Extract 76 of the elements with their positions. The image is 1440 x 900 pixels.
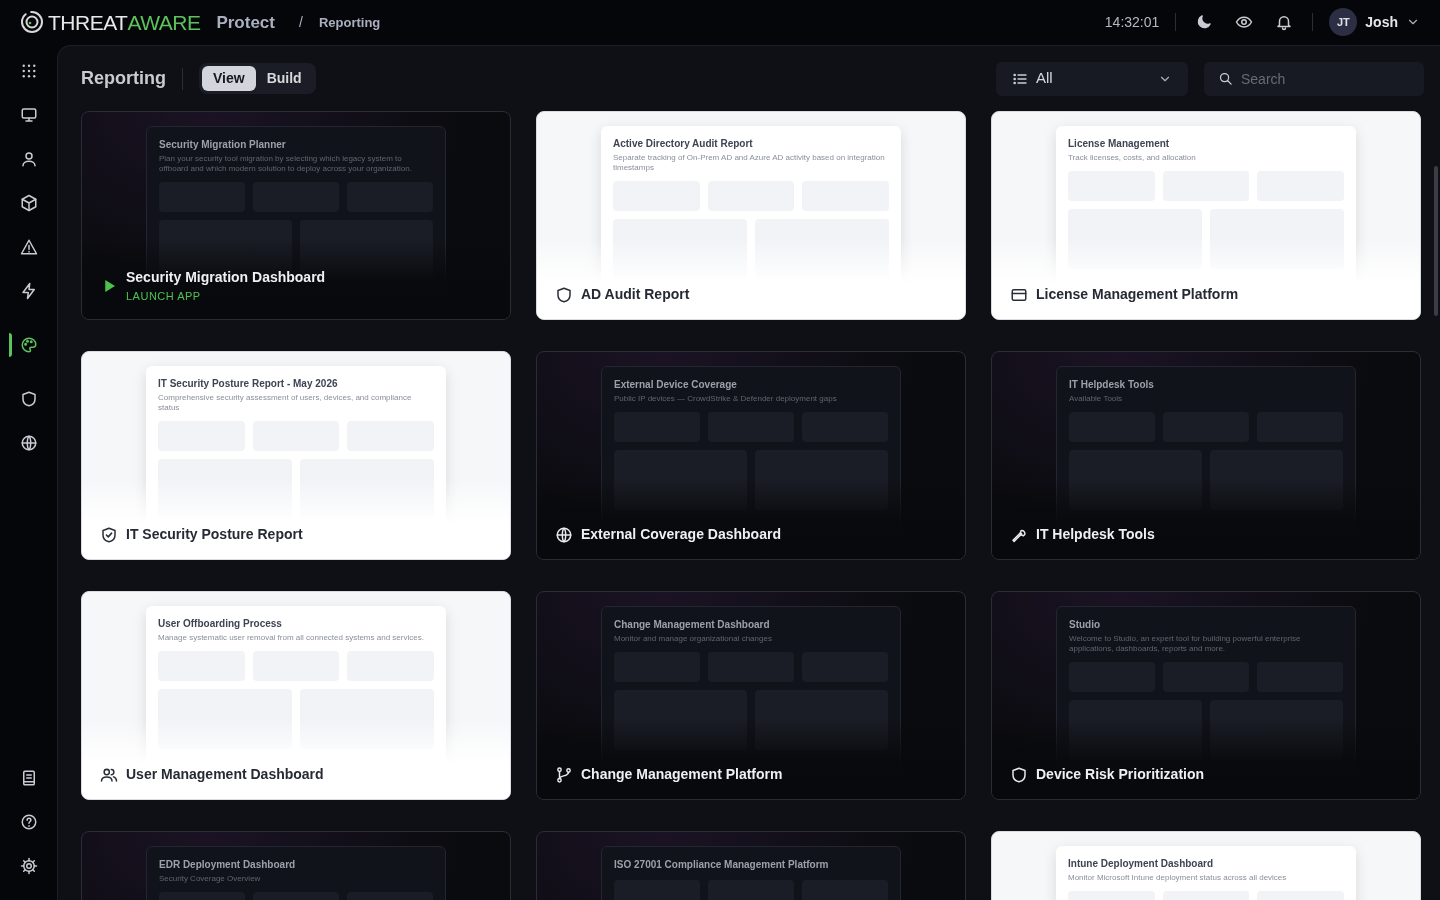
palette-icon — [19, 335, 38, 354]
page-title: Reporting — [81, 67, 166, 91]
card-title: IT Helpdesk Tools — [1036, 524, 1155, 544]
app-card[interactable]: Change Management Dashboard Monitor and manage organizational changes Change Management Platform — [536, 590, 966, 800]
card-title: Security Migration Dashboard — [126, 268, 326, 288]
scrollbar[interactable] — [1434, 165, 1438, 316]
mode-tab[interactable]: View — [202, 66, 256, 92]
preview-heading: License Management — [1068, 136, 1171, 151]
preview-heading: External Device Coverage — [614, 377, 738, 392]
monitor-icon — [19, 105, 38, 124]
preview-heading: Change Management Dashboard — [614, 617, 771, 632]
app-card[interactable]: Intune Deployment Dashboard Monitor Microsoft Intune deployment status across all devices — [991, 830, 1421, 900]
card-title: License Management Platform — [1036, 284, 1239, 304]
launch-link[interactable]: LAUNCH APP — [126, 288, 326, 305]
bolt-icon — [19, 281, 38, 300]
preview-subtitle: Comprehensive security assessment of users, devices, and compliance status — [158, 392, 413, 414]
preview-subtitle: Monitor Microsoft Intune deployment status across all devices — [1068, 872, 1288, 884]
warning-icon — [19, 237, 38, 256]
preview-heading: ISO 27001 Compliance Management Platform — [614, 857, 830, 872]
user-menu[interactable]: JT Josh — [1329, 8, 1420, 37]
preview-heading: Active Directory Audit Report — [613, 136, 754, 151]
preview-subtitle: Available Tools — [1069, 393, 1124, 405]
app-card[interactable]: User Offboarding Process Manage systematic user removal from all connected systems and services. User Management Dashboard — [81, 590, 511, 800]
card-title: AD Audit Report — [581, 284, 690, 304]
search-icon — [1218, 70, 1233, 86]
preview-heading: IT Security Posture Report - May 2026 — [158, 376, 339, 391]
preview-heading: Studio — [1069, 617, 1102, 632]
preview-heading: EDR Deployment Dashboard — [159, 857, 297, 872]
globe-icon — [19, 433, 38, 452]
app-card[interactable]: IT Security Posture Report - May 2026 Comprehensive security assessment of users, devices, and compliance status IT Security Posture Report — [81, 350, 511, 560]
app-card[interactable] — [81, 110, 511, 320]
logo-text: THREAT — [48, 9, 128, 36]
card-title: IT Security Posture Report — [126, 524, 303, 544]
app-card[interactable]: Studio Welcome to Studio, an expert tool for building powerful enterprise applications, dashboards, reports and more. Device Risk Prioritization — [991, 590, 1421, 800]
app-card[interactable]: IT Helpdesk Tools Available Tools IT Helpdesk Tools — [991, 350, 1421, 560]
card-title: Device Risk Prioritization — [1036, 764, 1205, 784]
logo-icon — [20, 10, 44, 35]
preview-subtitle: Separate tracking of On-Prem AD and Azure AD activity based on integration timestamps — [613, 152, 886, 174]
clock-time: 14:32:01 — [1104, 12, 1160, 32]
branch-icon — [555, 765, 573, 784]
app-card[interactable]: Active Directory Audit Report Separate tracking of On-Prem AD and Azure AD activity based on integration timestamps AD Audit Report — [536, 110, 966, 320]
user-icon — [19, 149, 38, 168]
product-name: Protect — [216, 11, 275, 34]
cube-icon — [19, 193, 38, 212]
bell-icon — [1275, 13, 1294, 32]
shield-icon — [555, 285, 573, 304]
card-title: User Management Dashboard — [126, 764, 324, 784]
search-field[interactable]: Search — [1204, 61, 1424, 96]
logo-text: AWARE — [127, 9, 201, 36]
card-title: External Coverage Dashboard — [581, 524, 781, 544]
shield-check-icon — [100, 525, 118, 544]
settings-icon — [19, 857, 38, 875]
preview-subtitle: Security Coverage Overview — [159, 873, 262, 885]
card-title: Change Management Platform — [581, 764, 783, 784]
preview-heading: Security Migration Planner — [159, 137, 287, 152]
filter-dropdown[interactable]: All — [996, 61, 1188, 96]
shield-icon — [1010, 765, 1028, 784]
preview-heading: Intune Deployment Dashboard — [1068, 856, 1214, 871]
preview-subtitle: Plan your security tool migration by selecting which legacy system to offboard and which modern solution to deploy across your organization. — [159, 153, 413, 175]
app-card[interactable]: ISO 27001 Compliance Management Platform — [536, 830, 966, 900]
app-card[interactable]: EDR Deployment Dashboard Security Coverage Overview — [81, 830, 511, 900]
breadcrumb-link[interactable]: Reporting — [318, 12, 381, 33]
preview-subtitle: Track licenses, costs, and allocation — [1068, 152, 1197, 164]
preview-subtitle: Welcome to Studio, an expert tool for building powerful enterprise applications, dashboards, reports and more. — [1069, 633, 1302, 655]
preview-subtitle: Public IP devices — CrowdStrike & Defender deployment gaps — [614, 393, 838, 405]
preview-subtitle: Monitor and manage organizational changes — [614, 633, 773, 645]
app-card[interactable]: License Management Track licenses, costs, and allocation License Management Platform — [991, 110, 1421, 320]
globe-icon — [555, 525, 573, 544]
preview-subtitle: Manage systematic user removal from all connected systems and services. — [158, 632, 425, 644]
shield-icon — [19, 389, 38, 408]
mode-tab[interactable]: Build — [255, 66, 313, 92]
breadcrumb-separator: / — [299, 12, 303, 32]
app-card[interactable]: External Device Coverage Public IP devices — CrowdStrike & Defender deployment gaps External Coverage Dashboard — [536, 350, 966, 560]
preview-heading: IT Helpdesk Tools — [1069, 377, 1155, 392]
preview-heading: User Offboarding Process — [158, 616, 283, 631]
help-icon — [19, 813, 38, 831]
